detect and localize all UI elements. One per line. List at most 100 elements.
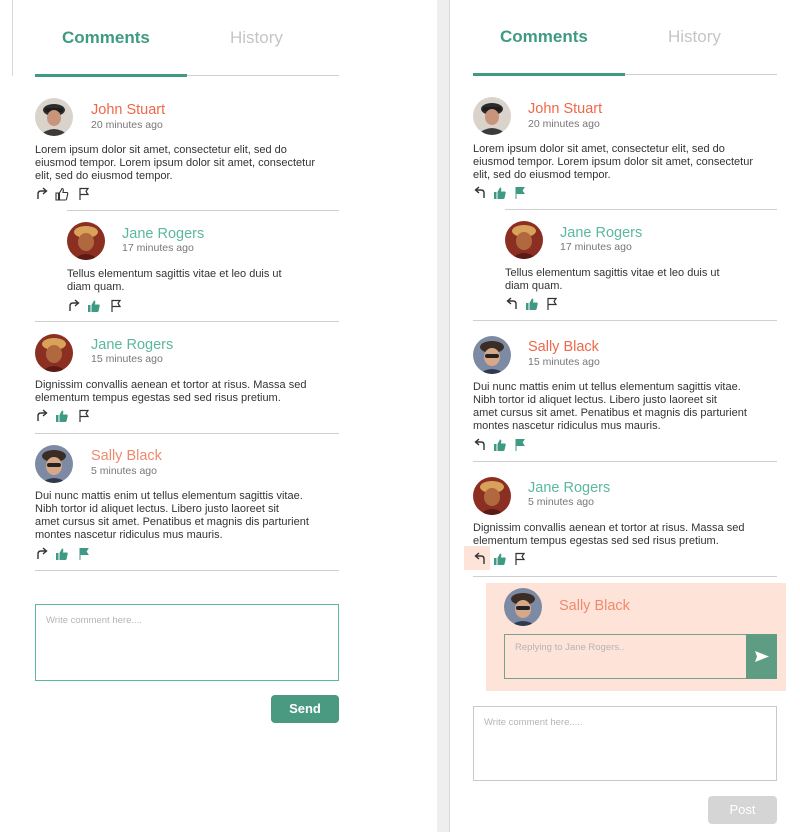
like-icon-active[interactable] [55, 409, 69, 423]
share-icon[interactable] [35, 409, 49, 423]
share-icon[interactable] [35, 547, 49, 561]
comment-line: diam quam. [67, 281, 125, 293]
timestamp: 20 minutes ago [91, 119, 163, 131]
comment-actions [505, 297, 565, 311]
flag-icon[interactable] [77, 409, 91, 423]
active-tab-indicator [473, 73, 625, 76]
active-tab-indicator [35, 74, 187, 77]
flag-icon-active[interactable] [513, 438, 527, 452]
avatar [505, 221, 543, 259]
author-name[interactable]: Sally Black [91, 448, 162, 464]
author-name[interactable]: Jane Rogers [528, 480, 610, 496]
comment-line: Dignissim convallis aenean et tortor at … [473, 522, 745, 534]
author-name[interactable]: Jane Rogers [91, 337, 173, 353]
comment-line: Tellus elementum sagittis vitae et leo d… [67, 268, 282, 280]
comment-body: Tellus elementum sagittis vitae et leo d… [505, 267, 720, 293]
reply-icon-selected[interactable] [473, 552, 487, 566]
avatar [35, 445, 73, 483]
divider [505, 209, 777, 210]
flag-icon-active[interactable] [513, 186, 527, 200]
comment-line: elementum tempus egestas sed sed risus p… [35, 392, 281, 404]
avatar [35, 334, 73, 372]
send-button[interactable]: Send [271, 695, 339, 723]
tab-history[interactable]: History [668, 27, 721, 47]
reply-icon[interactable] [505, 297, 519, 311]
share-icon[interactable] [35, 187, 49, 201]
comment-line: Tellus elementum sagittis vitae et leo d… [505, 267, 720, 279]
left-edge-border [0, 0, 13, 76]
comment-actions [35, 547, 95, 561]
like-icon[interactable] [55, 187, 69, 201]
comments-panel-right: Comments History John Stuart 20 minutes … [464, 0, 786, 824]
flag-icon[interactable] [545, 297, 559, 311]
avatar [504, 588, 542, 626]
divider [35, 570, 339, 571]
comment-textarea[interactable]: Write comment here.... [35, 604, 339, 681]
comment-line: eiusmod tempor. Lorem ipsum dolor sit am… [35, 157, 316, 169]
comment-line: diam quam. [505, 280, 563, 292]
like-icon-active[interactable] [55, 547, 69, 561]
like-icon-active[interactable] [525, 297, 539, 311]
timestamp: 5 minutes ago [528, 496, 594, 508]
comment-body: Dui nunc mattis enim ut tellus elementum… [35, 490, 309, 542]
divider [35, 321, 339, 322]
comment-line: elit, sed do eiusmod tempor. [473, 169, 611, 181]
flag-icon[interactable] [513, 552, 527, 566]
divider [473, 320, 777, 321]
author-name[interactable]: John Stuart [528, 101, 602, 117]
send-arrow-icon [755, 651, 769, 662]
comments-panel-left: Comments History John Stuart 20 minutes … [35, 0, 339, 723]
comment-line: amet cursus sit amet. Penatibus et magni… [473, 407, 747, 419]
comment-body: Lorem ipsum dolor sit amet, consectetur … [473, 143, 753, 182]
post-button[interactable]: Post [708, 796, 777, 824]
comment-actions [35, 187, 95, 201]
comment-actions [473, 186, 533, 200]
like-icon-active[interactable] [493, 438, 507, 452]
timestamp: 5 minutes ago [91, 465, 157, 477]
comments-demo: Comments History John Stuart 20 minutes … [0, 0, 800, 832]
comment-line: amet cursus sit amet. Penatibus et magni… [35, 516, 309, 528]
comment-body: Dignissim convallis aenean et tortor at … [35, 379, 306, 405]
like-icon-active[interactable] [493, 552, 507, 566]
comment-line: Lorem ipsum dolor sit amet, consectetur … [35, 144, 287, 156]
panel-divider [449, 0, 450, 832]
tab-comments[interactable]: Comments [500, 27, 588, 47]
comment-body: Dignissim convallis aenean et tortor at … [473, 522, 744, 548]
comment-body: Lorem ipsum dolor sit amet, consectetur … [35, 144, 315, 183]
flag-icon[interactable] [77, 187, 91, 201]
divider [473, 461, 777, 462]
flag-icon[interactable] [109, 299, 123, 313]
tab-history[interactable]: History [230, 28, 283, 48]
comment-line: montes nascetur ridiculus mus mauris. [35, 529, 223, 541]
author-name[interactable]: John Stuart [91, 102, 165, 118]
reply-author-name: Sally Black [559, 598, 630, 614]
reply-input[interactable]: Replying to Jane Rogers.. [504, 634, 747, 679]
divider [35, 433, 339, 434]
author-name[interactable]: Sally Black [528, 339, 599, 355]
reply-icon[interactable] [473, 438, 487, 452]
comment-line: eiusmod tempor. Lorem ipsum dolor sit am… [473, 156, 754, 168]
avatar [67, 222, 105, 260]
timestamp: 20 minutes ago [528, 118, 600, 130]
tab-bar: Comments History [473, 0, 777, 76]
comment-actions [35, 409, 95, 423]
reply-icon[interactable] [473, 186, 487, 200]
divider [67, 210, 339, 211]
textarea-placeholder: Write comment here.... [46, 615, 142, 626]
timestamp: 17 minutes ago [560, 241, 632, 253]
flag-icon-active[interactable] [77, 547, 91, 561]
reply-composer: Sally Black Replying to Jane Rogers.. [486, 583, 786, 691]
divider [473, 576, 777, 577]
avatar [473, 97, 511, 135]
reply-send-button[interactable] [746, 634, 777, 679]
like-icon-active[interactable] [493, 186, 507, 200]
comment-line: elit, sed do eiusmod tempor. [35, 170, 173, 182]
tab-comments[interactable]: Comments [62, 28, 150, 48]
share-icon[interactable] [67, 299, 81, 313]
avatar [473, 477, 511, 515]
comment-line: Dignissim convallis aenean et tortor at … [35, 379, 307, 391]
like-icon-active[interactable] [87, 299, 101, 313]
author-name[interactable]: Jane Rogers [122, 226, 204, 242]
comment-textarea[interactable]: Write comment here..... [473, 706, 777, 781]
author-name[interactable]: Jane Rogers [560, 225, 642, 241]
